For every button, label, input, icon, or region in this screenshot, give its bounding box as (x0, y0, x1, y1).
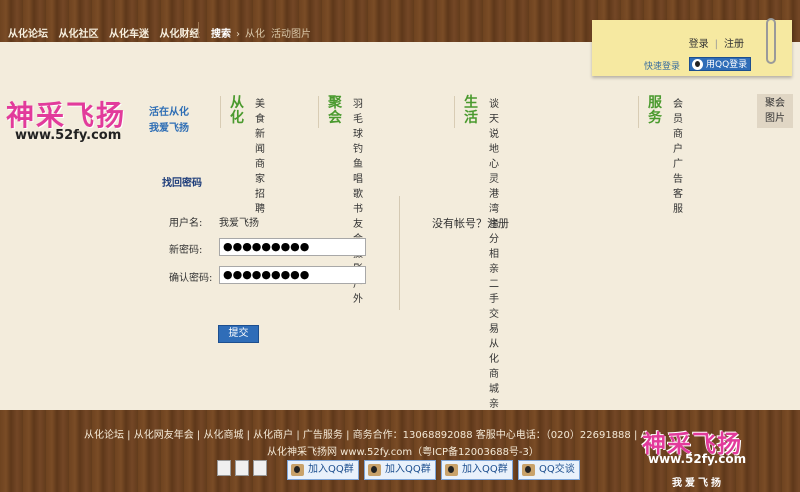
gathering-line-1: 聚会 (765, 98, 785, 109)
search-link[interactable]: 搜索 (211, 29, 231, 40)
qq-group-label: 加入QQ群 (385, 464, 431, 475)
nav-divider (318, 96, 319, 128)
confirm-password-field[interactable]: ●●●●●●●●● (219, 266, 366, 284)
submit-button[interactable]: 提交 (218, 325, 259, 343)
nav-link[interactable]: 招聘 (255, 189, 265, 215)
nav-group-links: 会员商户 广告客服 (673, 97, 690, 217)
top-link-finance[interactable]: 从化财经 (159, 29, 199, 40)
shield-icon[interactable] (217, 460, 231, 476)
qq-group-icon (368, 464, 381, 476)
join-qq-group-button[interactable]: 加入QQ群 (287, 460, 359, 480)
gathering-photos-link[interactable]: 聚会 图片 (757, 94, 793, 128)
nav-link[interactable]: 商家 (255, 159, 265, 185)
nav-group-title[interactable]: 聚会 (328, 96, 344, 126)
login-note: 登录 | 注册 快速登录 用QQ登录 (592, 20, 792, 76)
paw-icon[interactable] (253, 460, 267, 476)
nav-link[interactable]: 从化商城 (489, 339, 499, 395)
qq-login-button[interactable]: 用QQ登录 (689, 57, 752, 71)
qq-chat-icon (522, 464, 535, 476)
form-divider (399, 196, 400, 310)
nav-link[interactable]: 二手交易 (489, 279, 499, 335)
qq-group-label: 加入QQ群 (462, 464, 508, 475)
top-link-forum[interactable]: 从化论坛 (8, 29, 48, 40)
nav-link[interactable]: 美食 (255, 99, 265, 125)
slogan-line-2: 我爱飞扬 (149, 123, 189, 134)
register-link[interactable]: 注册 (724, 39, 744, 50)
footer-copyright: 从化神采飞扬网 www.52fy.com（粤ICP备12003688号-3） (267, 447, 539, 458)
nav-divider (220, 96, 221, 128)
username-label: 用户名: (169, 218, 203, 229)
login-divider: | (714, 39, 718, 50)
nav-link[interactable]: 谈天说地 (489, 99, 499, 155)
nav-group-title[interactable]: 服务 (648, 96, 664, 126)
nav-group-links: 谈天说地心灵港湾缘分相亲 二手交易从化商城亲亲宝贝 (489, 97, 506, 457)
top-divider (198, 22, 199, 38)
nav-link[interactable]: 钓鱼 (353, 144, 363, 170)
top-link-cars[interactable]: 从化车迷 (109, 29, 149, 40)
footer-links[interactable]: 从化论坛 | 从化网友年会 | 从化商城 | 从化商户 | 广告服务 | 商务合… (84, 426, 644, 441)
gathering-line-2: 图片 (765, 113, 785, 124)
nav-group-title[interactable]: 生活 (464, 96, 480, 126)
qq-group-label: 加入QQ群 (308, 464, 354, 475)
qq-group-icon (291, 464, 304, 476)
slogan-line-1: 活在从化 (149, 107, 189, 118)
new-password-field[interactable]: ●●●●●●●●● (219, 238, 366, 256)
join-qq-group-button[interactable]: 加入QQ群 (441, 460, 513, 480)
qq-group-icon (445, 464, 458, 476)
no-account-register-link[interactable]: 没有帐号？注册 (432, 215, 509, 231)
nav-link[interactable]: 新闻 (255, 129, 265, 155)
top-link-community[interactable]: 从化社区 (58, 29, 98, 40)
chevron-right-icon: › (236, 29, 240, 40)
footer-logo-sub: 我爱飞扬 (672, 478, 724, 489)
qq-chat-button[interactable]: QQ交谈 (518, 460, 580, 480)
nav-link[interactable]: 心灵港湾 (489, 159, 499, 215)
paperclip-icon (766, 18, 776, 64)
nav-divider (638, 96, 639, 128)
qq-login-label: 用QQ登录 (706, 60, 748, 70)
qq-chat-label: QQ交谈 (539, 464, 575, 475)
page-title: 找回密码 (162, 178, 202, 189)
username-value: 我爱飞扬 (219, 218, 259, 229)
login-link[interactable]: 登录 (689, 39, 709, 50)
site-slogan: 活在从化 我爱飞扬 (149, 105, 189, 137)
search-sub-conghua[interactable]: 从化 (245, 29, 265, 40)
nav-group-title[interactable]: 从化 (230, 96, 246, 126)
search-sub-photos[interactable]: 活动图片 (271, 29, 311, 40)
stats-icon[interactable] (235, 460, 249, 476)
footer-logo-url: www.52fy.com (648, 452, 747, 466)
nav-divider (454, 96, 455, 128)
nav-link[interactable]: 羽毛球 (353, 99, 363, 140)
nav-link[interactable]: 广告 (673, 159, 683, 185)
nav-link[interactable]: 客服 (673, 189, 683, 215)
qq-penguin-icon (692, 59, 703, 70)
nav-link[interactable]: 商户 (673, 129, 683, 155)
search-breadcrumb: 搜索 › 从化 活动图片 (211, 25, 317, 40)
new-password-label: 新密码: (169, 245, 203, 256)
join-qq-group-button[interactable]: 加入QQ群 (364, 460, 436, 480)
nav-link[interactable]: 会员 (673, 99, 683, 125)
login-links: 登录 | 注册 (689, 35, 744, 50)
confirm-password-label: 确认密码: (169, 273, 213, 284)
nav-group-links: 美食新闻 商家招聘 (255, 97, 272, 217)
site-url: www.52fy.com (15, 128, 122, 143)
quick-login-label: 快速登录 (644, 62, 681, 72)
top-links: 从化论坛 从化社区 从化车迷 从化财经 (8, 25, 206, 40)
nav-link[interactable]: 唱歌 (353, 174, 363, 200)
